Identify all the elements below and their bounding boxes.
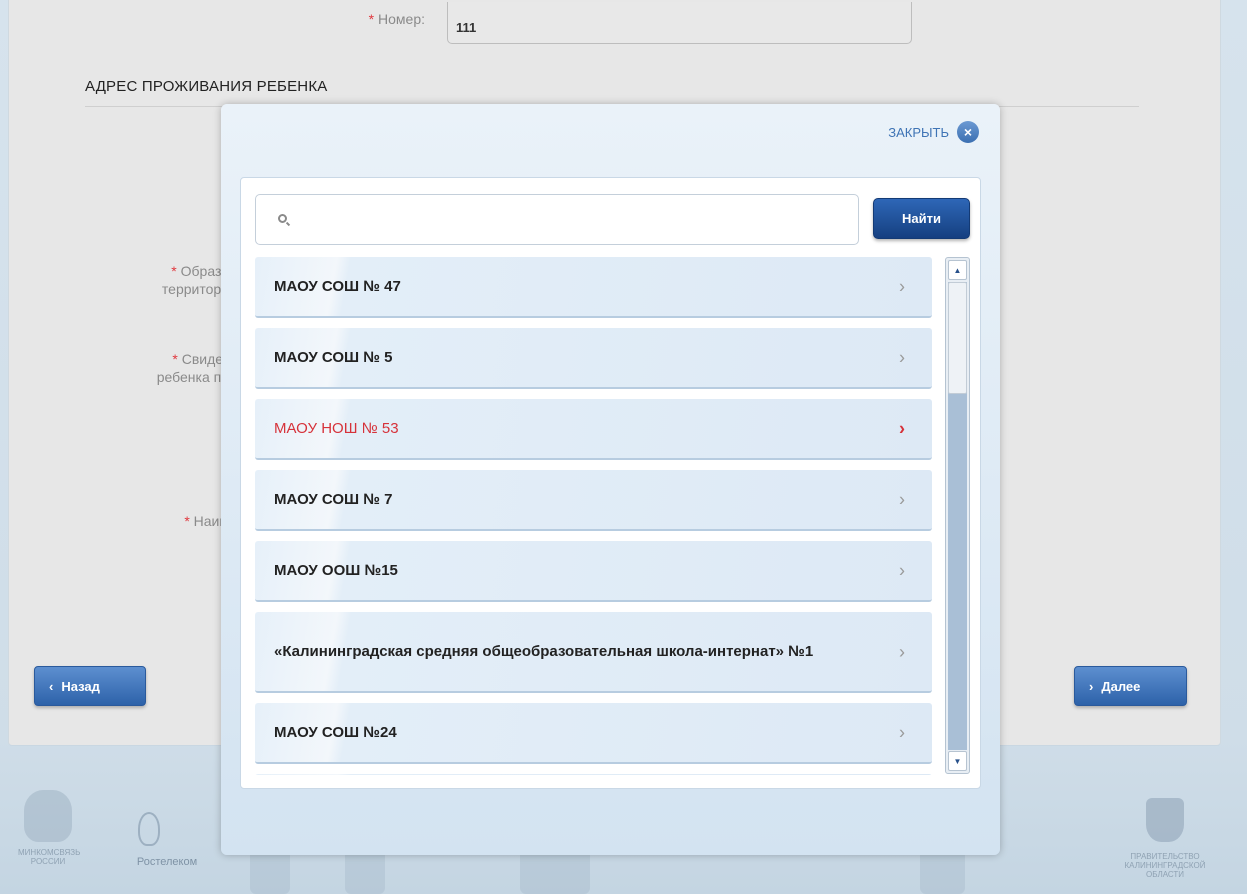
list-item[interactable]: МАОУ СОШ № 47 › xyxy=(255,257,932,318)
list-item[interactable]: МАОУ СОШ № 5 › xyxy=(255,328,932,389)
chevron-right-icon: › xyxy=(899,722,905,742)
ministry-logo: МИНКОМСВЯЗЬ РОССИИ xyxy=(18,790,80,866)
government-logo: ПРАВИТЕЛЬСТВО КАЛИНИНГРАДСКОЙ ОБЛАСТИ xyxy=(1110,798,1220,879)
rostelecom-icon xyxy=(138,812,160,846)
list-item[interactable]: «Калининградская средняя общеобразовател… xyxy=(255,612,932,693)
close-button[interactable]: ЗАКРЫТЬ × xyxy=(888,121,979,143)
list-item[interactable]: МАОУ СОШ №24 › xyxy=(255,703,932,764)
modal-content: Найти МАОУ СОШ № 47 › МАОУ СОШ № 5 › МАО… xyxy=(240,177,981,789)
search-icon xyxy=(278,214,287,223)
scroll-up-arrow-icon[interactable]: ▲ xyxy=(948,260,967,280)
chevron-right-icon: › xyxy=(899,560,905,580)
section-title: АДРЕС ПРОЖИВАНИЯ РЕБЕНКА xyxy=(85,78,328,95)
list-item[interactable] xyxy=(255,774,932,775)
scroll-thumb[interactable] xyxy=(948,282,967,394)
coat-of-arms-icon xyxy=(24,790,72,842)
number-field[interactable]: 111 xyxy=(447,2,912,44)
scroll-down-arrow-icon[interactable]: ▼ xyxy=(948,751,967,771)
number-label: * Номер: xyxy=(368,11,425,27)
chevron-right-icon: › xyxy=(899,276,905,296)
school-select-modal: ЗАКРЫТЬ × Найти МАОУ СОШ № 47 › МАОУ СОШ… xyxy=(221,104,1000,855)
next-button[interactable]: › Далее xyxy=(1074,666,1187,706)
list-item-selected[interactable]: МАОУ НОШ № 53 › xyxy=(255,399,932,460)
list-item[interactable]: МАОУ ООШ №15 › xyxy=(255,541,932,602)
chevron-right-icon: › xyxy=(899,641,905,662)
rostelecom-logo: Ростелеком xyxy=(122,812,212,868)
name-label: * Наим xyxy=(184,513,229,529)
back-button[interactable]: ‹ Назад xyxy=(34,666,146,706)
list-scrollbar[interactable]: ▲ ▼ xyxy=(945,257,970,774)
find-button[interactable]: Найти xyxy=(873,198,970,239)
chevron-right-icon: › xyxy=(899,489,905,509)
school-list: МАОУ СОШ № 47 › МАОУ СОШ № 5 › МАОУ НОШ … xyxy=(255,257,932,775)
chevron-right-icon: › xyxy=(899,347,905,367)
search-box[interactable] xyxy=(255,194,859,245)
search-input[interactable] xyxy=(296,205,846,235)
chevron-left-icon: ‹ xyxy=(49,678,54,694)
education-label: * Образо территори xyxy=(161,263,229,297)
chevron-right-icon: › xyxy=(899,418,905,438)
region-emblem-icon xyxy=(1146,798,1184,842)
chevron-right-icon: › xyxy=(1089,678,1094,694)
certificate-label: * Свидет ребенка по xyxy=(156,351,229,385)
close-icon: × xyxy=(957,121,979,143)
list-item[interactable]: МАОУ СОШ № 7 › xyxy=(255,470,932,531)
